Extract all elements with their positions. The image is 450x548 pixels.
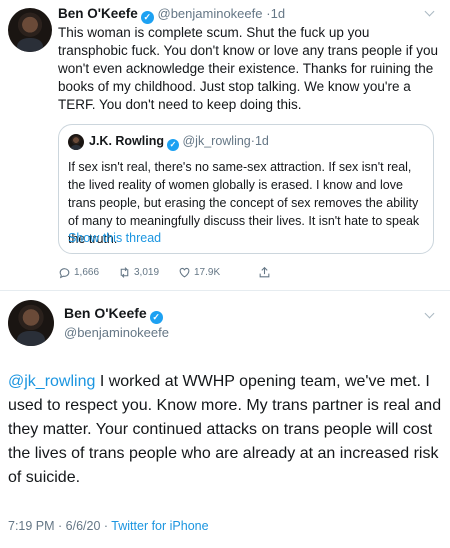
reply-icon: [59, 267, 70, 278]
author-name[interactable]: Ben O'Keefe: [58, 6, 138, 21]
mention-link[interactable]: @jk_rowling: [8, 373, 95, 390]
retweet-icon: [120, 266, 129, 278]
share-icon: [259, 266, 270, 277]
tweet-meta: 7:19 PM · 6/6/20 · Twitter for iPhone: [8, 519, 209, 533]
share-button[interactable]: [258, 264, 271, 280]
source-link[interactable]: Twitter for iPhone: [111, 519, 208, 533]
heart-icon: [179, 267, 190, 277]
verified-badge-icon: ✓: [167, 139, 179, 151]
reply-count: 1,666: [74, 266, 100, 278]
quoted-handle: @jk_rowling: [182, 134, 251, 148]
reply-button[interactable]: 1,666: [58, 264, 99, 280]
tweet-actions: 1,666 3,019 17.9K: [58, 264, 318, 280]
show-thread-link[interactable]: Show this thread: [68, 231, 161, 245]
divider: [0, 290, 450, 291]
quoted-author-name: J.K. Rowling: [89, 134, 164, 148]
quoted-time: 1d: [254, 134, 269, 148]
author-handle[interactable]: @benjaminokeefe: [158, 6, 263, 21]
retweet-count: 3,019: [134, 266, 160, 278]
quoted-avatar: [68, 134, 84, 150]
author-handle[interactable]: @benjaminokeefe: [64, 325, 169, 340]
author-name[interactable]: Ben O'Keefe: [64, 305, 147, 321]
tweet-text: @jk_rowling I worked at WWHP opening tea…: [8, 370, 444, 490]
like-count: 17.9K: [194, 266, 221, 278]
chevron-down-icon[interactable]: [424, 308, 435, 319]
avatar[interactable]: [8, 8, 52, 52]
tweet-text: This woman is complete scum. Shut the fu…: [58, 25, 439, 112]
author-name-row: Ben O'Keefe ✓: [64, 305, 163, 324]
verified-badge-icon: ✓: [149, 311, 163, 324]
tweet-time[interactable]: 1d: [271, 6, 285, 21]
retweet-button[interactable]: 3,019: [118, 264, 159, 280]
tweet-header: Ben O'Keefe ✓ @benjaminokeefe ·1d: [58, 6, 285, 24]
like-button[interactable]: 17.9K: [178, 264, 220, 280]
avatar[interactable]: [8, 300, 54, 346]
timestamp[interactable]: 7:19 PM · 6/6/20 ·: [8, 519, 111, 533]
verified-badge-icon: ✓: [140, 11, 154, 24]
quoted-tweet[interactable]: J.K. Rowling ✓ @jk_rowling·1d If sex isn'…: [58, 124, 434, 254]
chevron-down-icon[interactable]: [424, 6, 435, 17]
quoted-header: J.K. Rowling ✓ @jk_rowling·1d: [89, 134, 269, 151]
